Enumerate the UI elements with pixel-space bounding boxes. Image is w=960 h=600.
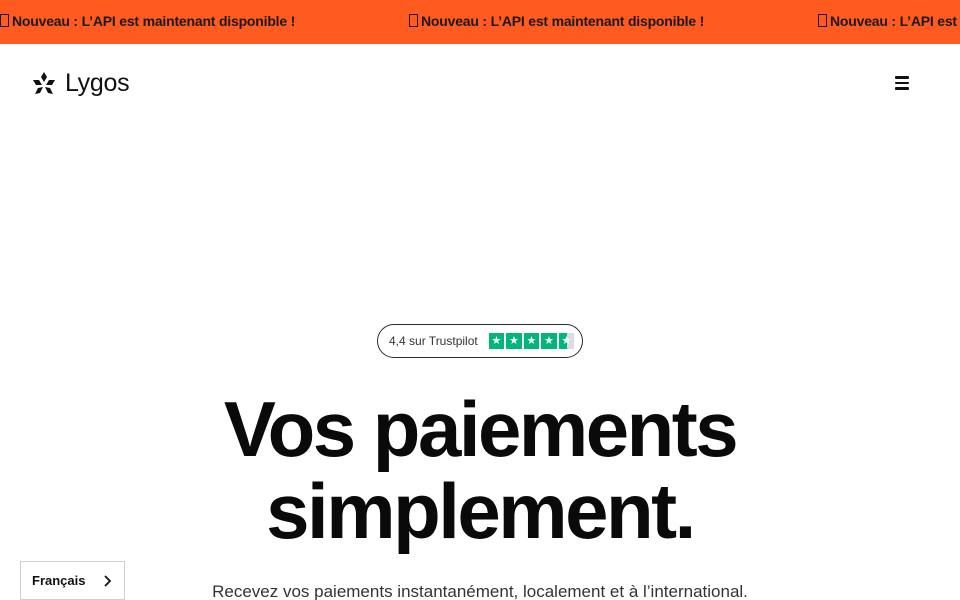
hero-subtitle: Recevez vos paiements instantanément, lo… [212, 582, 748, 600]
star-icon: ★ [488, 333, 505, 349]
banner-text: Nouveau : L’API est maintenant disponibl… [421, 13, 705, 29]
banner-message[interactable]: Nouveau : L’API est maintenant disponibl… [409, 13, 704, 29]
hamburger-menu-icon[interactable] [890, 71, 914, 93]
star-icon: ★ [523, 333, 540, 349]
star-icon: ★ [541, 333, 557, 349]
banner-text: Nouveau : L’API est maintenant disponibl… [12, 13, 296, 29]
language-selector[interactable]: Français [20, 561, 125, 600]
hero-title-line2: simplement. [266, 467, 696, 555]
logo[interactable]: Lygos [31, 69, 130, 98]
logo-text: Lygos [65, 69, 130, 97]
half-star-icon: ★ [558, 333, 575, 349]
chevron-right-icon [104, 575, 112, 587]
lygos-flower-icon [33, 71, 55, 94]
megaphone-icon [409, 14, 418, 27]
megaphone-icon [0, 14, 9, 27]
trustpilot-badge[interactable]: 4,4 sur Trustpilot ★ ★ ★ ★ ★ [377, 324, 583, 358]
banner-text: Nouveau : L’API est maintenant disponibl… [830, 13, 960, 29]
trustpilot-label: 4,4 sur Trustpilot [389, 334, 478, 348]
trustpilot-stars: ★ ★ ★ ★ ★ [488, 333, 575, 349]
star-icon: ★ [506, 333, 522, 349]
banner-message[interactable]: Nouveau : L’API est maintenant disponibl… [0, 13, 295, 29]
hero-title-line1: Vos paiements [223, 385, 739, 473]
hero-title: Vos paiements simplement. [0, 388, 960, 552]
megaphone-icon [818, 14, 827, 27]
announcement-banner[interactable]: Nouveau : L’API est maintenant disponibl… [0, 0, 960, 44]
navbar: Lygos [0, 44, 960, 120]
banner-message[interactable]: Nouveau : L’API est maintenant disponibl… [818, 13, 960, 29]
language-label: Français [32, 573, 86, 588]
